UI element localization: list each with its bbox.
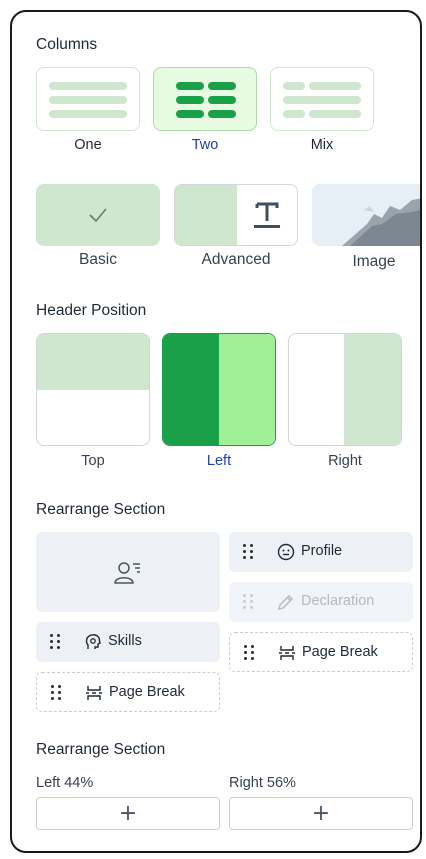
add-left-section-button[interactable]: + xyxy=(36,797,220,830)
check-icon xyxy=(89,208,107,223)
header-position-title: Header Position xyxy=(36,302,147,319)
column-bar xyxy=(208,110,236,118)
rearrange-section-title: Rearrange Section xyxy=(36,501,166,518)
section-item-label: Skills xyxy=(108,633,142,649)
section-item-page-break-left[interactable]: Page Break xyxy=(36,672,220,712)
style-option-advanced-label: Advanced xyxy=(201,251,271,268)
header-position-right[interactable] xyxy=(288,333,402,446)
section-item-label: Page Break xyxy=(302,644,378,660)
add-right-section-button[interactable]: + xyxy=(229,797,413,830)
style-option-basic-label: Basic xyxy=(79,251,117,268)
column-option-two[interactable] xyxy=(153,67,257,131)
header-position-top-label: Top xyxy=(81,453,105,469)
section-item-page-break-right[interactable]: Page Break xyxy=(229,632,413,672)
column-option-two-label: Two xyxy=(191,137,219,153)
settings-panel: Columns One Two Mix Basic Advanced Image… xyxy=(10,10,422,853)
text-t-icon xyxy=(254,202,280,228)
page-break-icon xyxy=(86,686,102,700)
header-position-left[interactable] xyxy=(162,333,276,446)
section-item-label: Page Break xyxy=(109,684,185,700)
column-bar xyxy=(49,110,127,118)
header-fill xyxy=(163,334,219,445)
advanced-left-fill xyxy=(175,185,237,245)
drag-handle-icon[interactable] xyxy=(51,685,61,701)
column-option-one-label: One xyxy=(74,137,102,153)
drag-handle-icon[interactable] xyxy=(50,634,60,650)
header-position-right-label: Right xyxy=(328,453,362,469)
column-bar xyxy=(176,110,204,118)
header-position-top[interactable] xyxy=(36,333,150,446)
style-option-basic[interactable] xyxy=(36,184,160,246)
column-bar xyxy=(309,110,361,118)
head-gear-icon xyxy=(85,634,101,649)
section-item-label: Profile xyxy=(301,543,343,559)
column-bar xyxy=(309,82,361,90)
column-bar xyxy=(49,96,127,104)
section-item-label: Declaration xyxy=(301,593,375,609)
section-item-declaration[interactable]: Declaration xyxy=(229,582,413,622)
style-option-image-label: Image xyxy=(352,253,396,270)
header-position-left-label: Left xyxy=(206,453,232,469)
page-break-icon xyxy=(279,646,295,660)
rearrange-section-title-2: Rearrange Section xyxy=(36,741,166,758)
header-fill xyxy=(37,334,149,390)
pencil-icon xyxy=(278,595,293,610)
section-item-skills[interactable]: Skills xyxy=(36,622,220,662)
left-width-label: Left 44% xyxy=(36,775,94,791)
drag-handle-icon[interactable] xyxy=(244,645,254,661)
style-option-image[interactable] xyxy=(312,184,420,246)
column-bar xyxy=(283,96,361,104)
column-bar xyxy=(283,82,305,90)
column-option-one[interactable] xyxy=(36,67,140,131)
drag-handle-icon[interactable] xyxy=(243,594,253,610)
column-bar xyxy=(176,96,204,104)
user-list-icon xyxy=(114,562,140,584)
right-width-label: Right 56% xyxy=(229,775,296,791)
style-option-advanced[interactable] xyxy=(174,184,298,246)
column-bar xyxy=(49,82,127,90)
column-bar xyxy=(208,82,236,90)
column-bar xyxy=(208,96,236,104)
columns-title: Columns xyxy=(36,36,98,53)
mountain-image xyxy=(312,184,420,246)
body-fill xyxy=(219,334,275,445)
column-option-mix-label: Mix xyxy=(310,137,334,153)
section-item-profile[interactable]: Profile xyxy=(229,532,413,572)
face-icon xyxy=(277,543,295,561)
drag-handle-icon[interactable] xyxy=(243,544,253,560)
header-fill xyxy=(344,334,401,445)
column-bar xyxy=(283,110,305,118)
header-block xyxy=(36,532,220,612)
column-bar xyxy=(176,82,204,90)
column-option-mix[interactable] xyxy=(270,67,374,131)
